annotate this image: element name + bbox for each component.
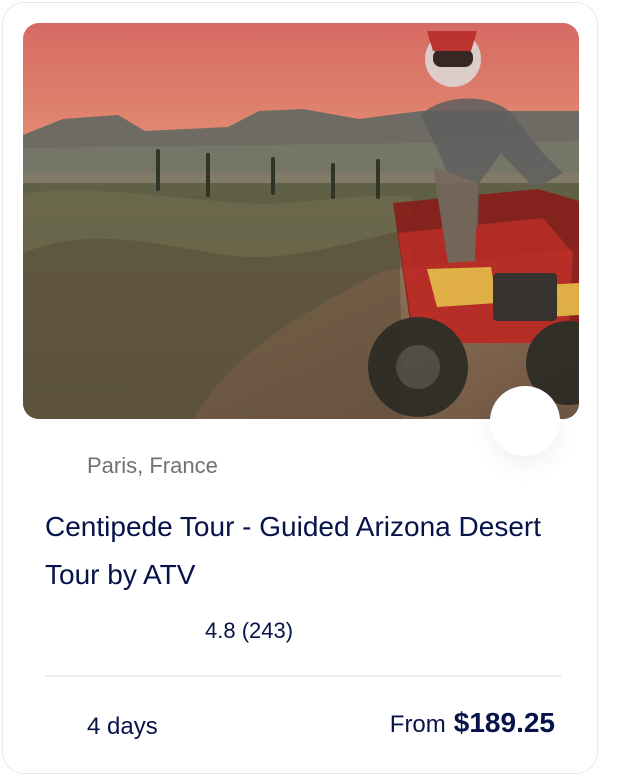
duration: 4 days [45,709,158,745]
favorite-button[interactable] [490,386,560,456]
tour-title[interactable]: Centipede Tour - Guided Arizona Desert T… [45,503,585,599]
price: From $189.25 [390,707,555,747]
price-value: $189.25 [453,707,555,738]
rating-stars [45,619,197,643]
price-prefix: From [389,711,446,738]
map-pin-icon [51,455,69,479]
divider [45,675,561,677]
rating-row: 4.8 (243) [45,613,293,649]
atv-desert-photo [23,23,579,419]
rating-text: 4.8 (243) [205,618,294,643]
duration-text: 4 days [87,713,158,740]
tour-card[interactable]: Paris, France Centipede Tour - Guided Ar… [2,2,598,774]
tour-location: Paris, France [87,453,218,478]
tour-image[interactable] [23,23,579,419]
